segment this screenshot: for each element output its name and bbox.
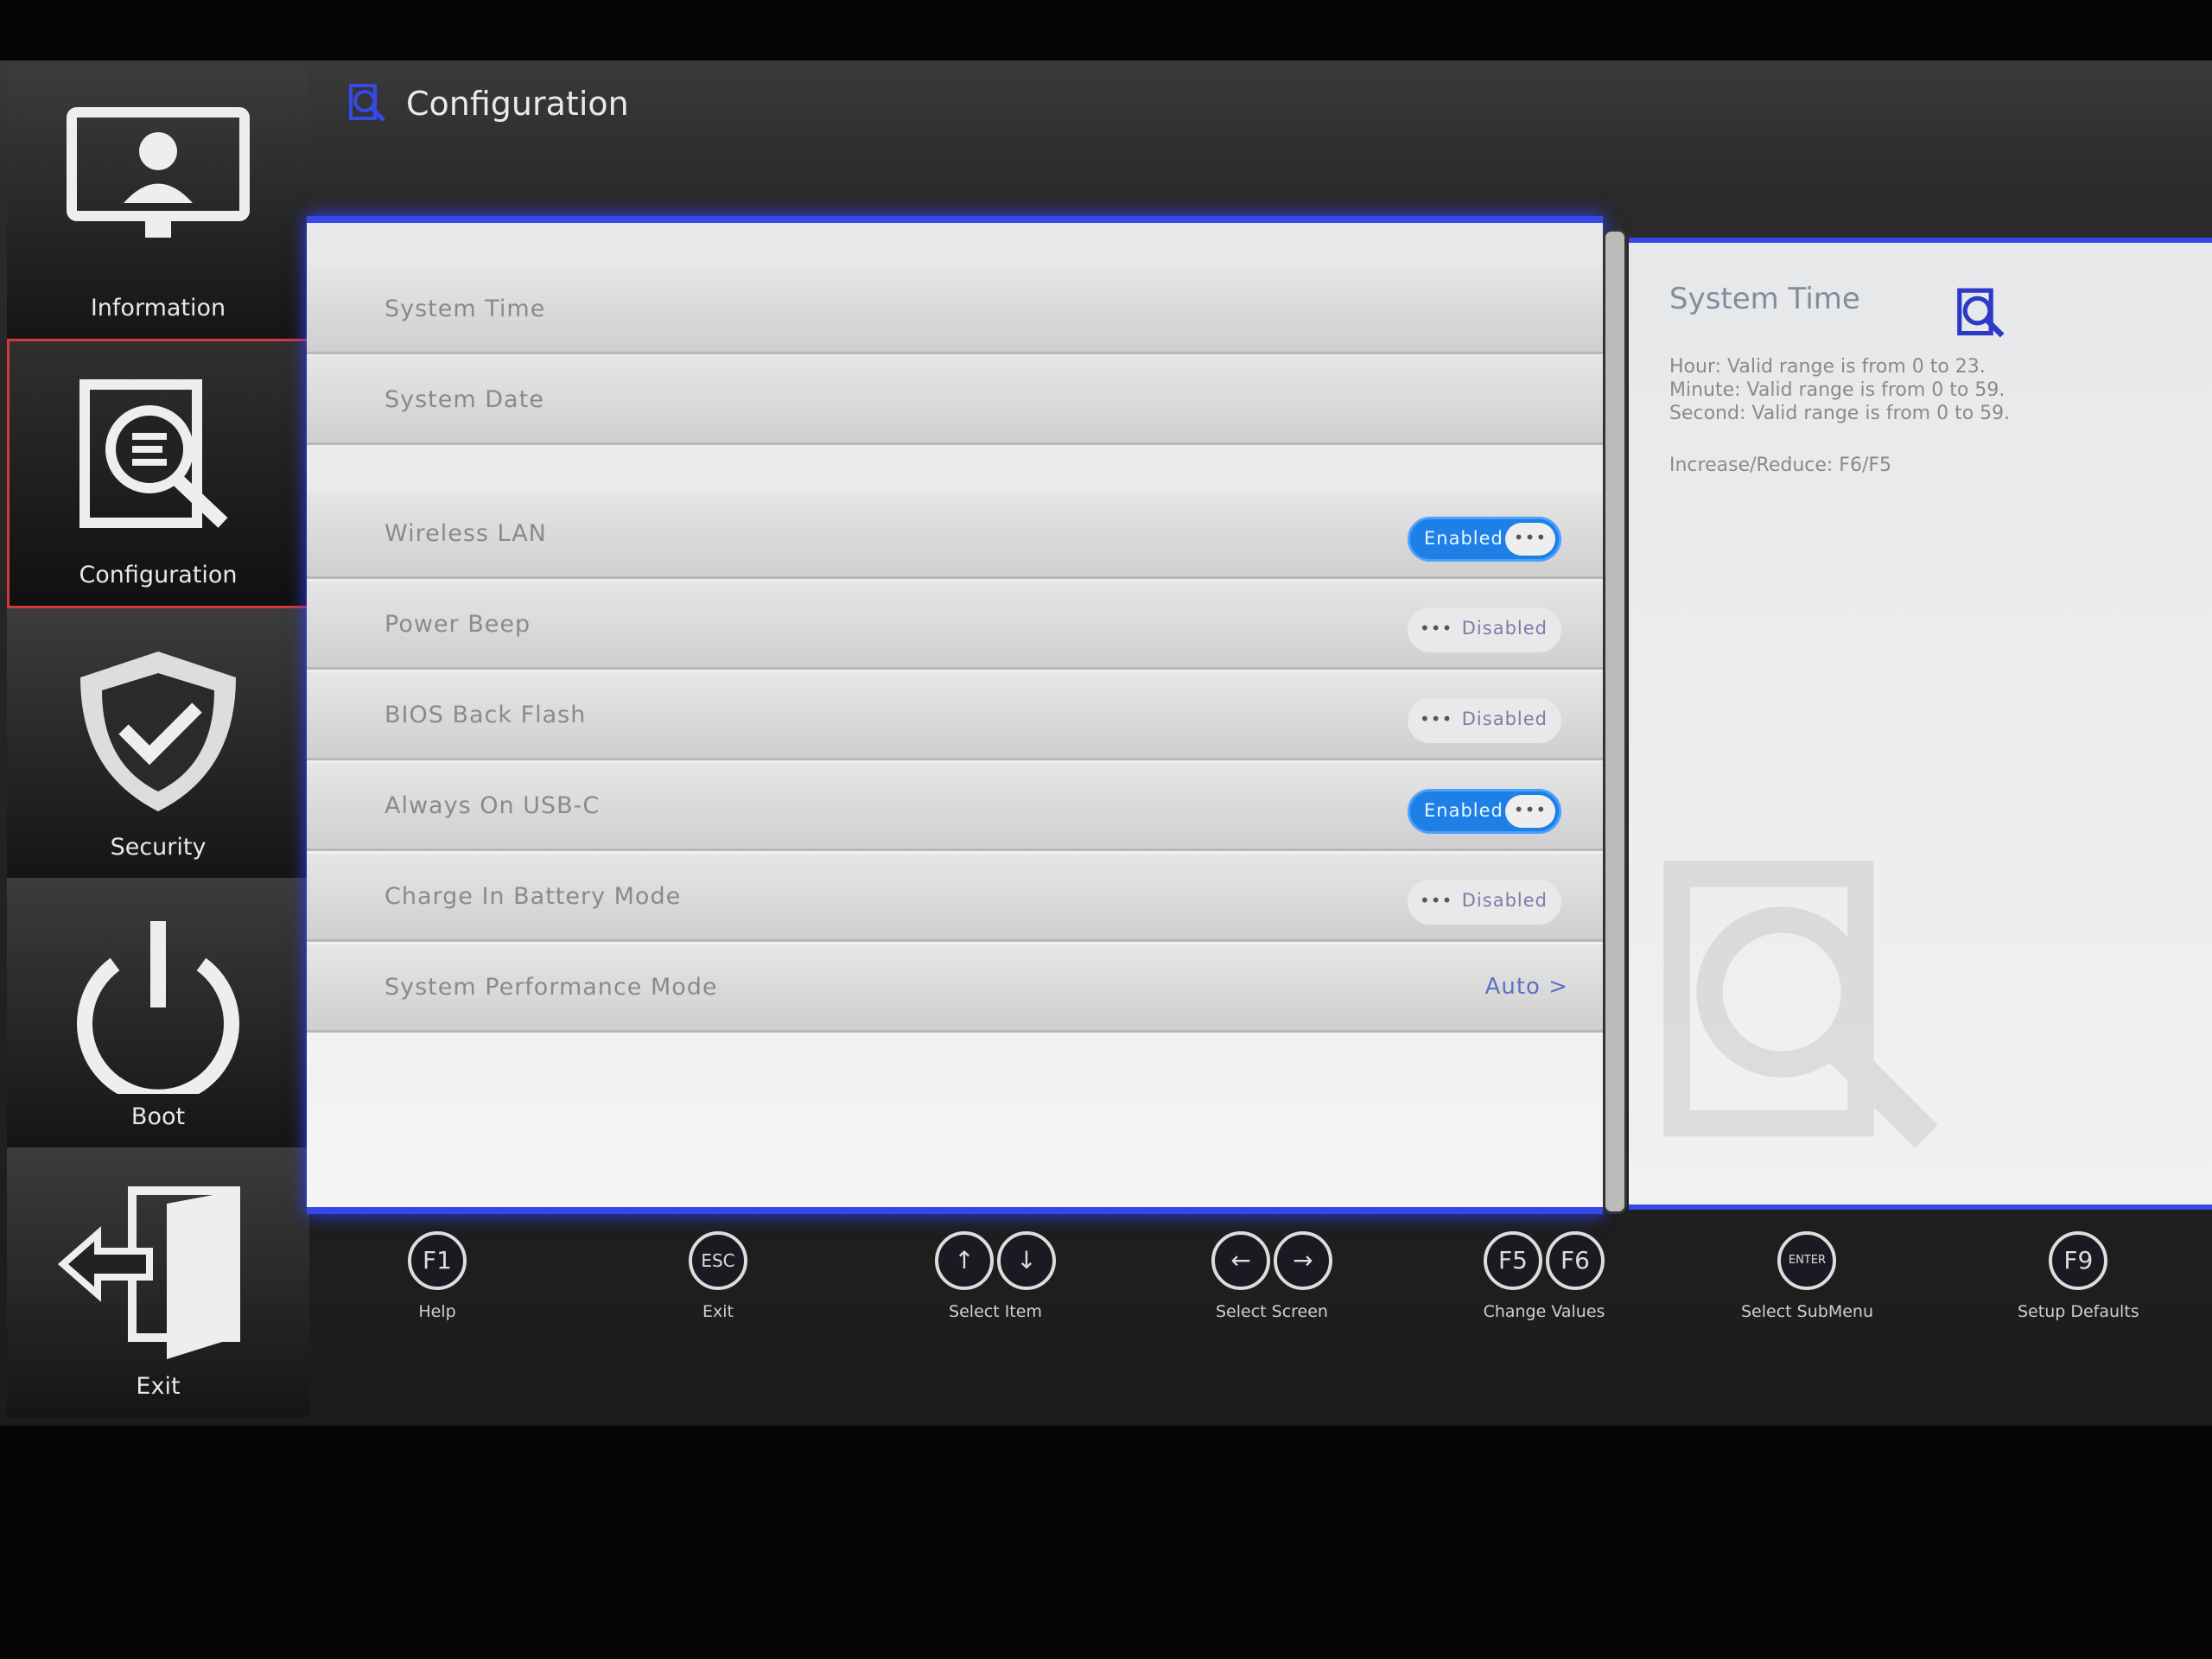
shield-check-icon xyxy=(80,652,236,811)
f9-key-icon: F9 xyxy=(2049,1231,2108,1290)
setting-label: Power Beep xyxy=(385,611,531,638)
toggle-value: Enabled xyxy=(1424,528,1503,549)
setting-label: Always On USB-C xyxy=(385,792,601,819)
monitor-user-icon xyxy=(67,107,250,238)
help-text: Hour: Valid range is from 0 to 23. Minut… xyxy=(1669,356,2011,424)
settings-panel: System Time System Date Wireless LAN Ena… xyxy=(307,216,1603,1214)
toggle-value: Disabled xyxy=(1461,709,1548,729)
toggle-knob: ••• xyxy=(1420,618,1453,639)
setting-system-performance-mode[interactable]: System Performance Mode Auto > xyxy=(307,944,1603,1033)
toggle-knob: ••• xyxy=(1505,795,1555,828)
key-select-submenu[interactable]: ENTER Select SubMenu xyxy=(1741,1231,1873,1321)
key-label: Select Screen xyxy=(1216,1302,1328,1321)
setting-label: Wireless LAN xyxy=(385,520,547,547)
key-exit[interactable]: ESC Exit xyxy=(687,1231,749,1321)
sidebar-item-exit[interactable]: Exit xyxy=(7,1147,309,1417)
enter-key-icon: ENTER xyxy=(1777,1231,1837,1290)
key-label: Change Values xyxy=(1483,1302,1605,1321)
performance-mode-value[interactable]: Auto > xyxy=(1485,974,1568,1000)
key-select-item[interactable]: ↑ ↓ Select Item xyxy=(933,1231,1058,1321)
sidebar-item-label: Information xyxy=(90,295,226,321)
sidebar-item-label: Security xyxy=(110,834,207,861)
arrow-right-icon: → xyxy=(1274,1231,1332,1290)
sidebar-item-configuration[interactable]: Configuration xyxy=(7,339,309,608)
key-setup-defaults[interactable]: F9 Setup Defaults xyxy=(2018,1231,2139,1321)
page-title: Configuration xyxy=(406,85,629,123)
toggle-knob: ••• xyxy=(1420,709,1453,729)
esc-key-icon: ESC xyxy=(689,1231,747,1290)
toggle-knob: ••• xyxy=(1505,523,1555,556)
sidebar-item-information[interactable]: Information xyxy=(7,69,309,339)
setting-bios-back-flash[interactable]: BIOS Back Flash ••• Disabled xyxy=(307,672,1603,760)
key-label: Select Item xyxy=(949,1302,1042,1321)
f1-key-icon: F1 xyxy=(408,1231,467,1290)
arrow-left-icon: ← xyxy=(1211,1231,1270,1290)
exit-door-icon xyxy=(57,1186,240,1359)
scrollbar[interactable] xyxy=(1603,229,1627,1214)
setting-system-date[interactable]: System Date xyxy=(307,357,1603,445)
setting-wireless-lan[interactable]: Wireless LAN Enabled ••• xyxy=(307,491,1603,579)
setting-label: System Performance Mode xyxy=(385,974,718,1001)
key-label: Select SubMenu xyxy=(1741,1302,1873,1321)
charge-in-battery-mode-toggle[interactable]: ••• Disabled xyxy=(1408,880,1561,925)
power-icon xyxy=(77,921,239,1094)
document-search-icon xyxy=(79,379,228,528)
toggle-value: Disabled xyxy=(1461,618,1548,639)
arrow-down-icon: ↓ xyxy=(997,1231,1056,1290)
toggle-value: Disabled xyxy=(1461,890,1548,911)
setting-label: Charge In Battery Mode xyxy=(385,883,682,910)
help-keys: Increase/Reduce: F6/F5 xyxy=(1669,454,1892,476)
key-change-values[interactable]: F5 F6 Change Values xyxy=(1482,1231,1606,1321)
toggle-value: Enabled xyxy=(1424,800,1503,821)
document-search-icon xyxy=(1957,288,2005,338)
arrow-up-icon: ↑ xyxy=(935,1231,994,1290)
setting-system-time[interactable]: System Time xyxy=(307,266,1603,354)
power-beep-toggle[interactable]: ••• Disabled xyxy=(1408,607,1561,652)
setting-label: System Time xyxy=(385,296,546,322)
key-label: Setup Defaults xyxy=(2018,1302,2139,1321)
key-label: Help xyxy=(418,1302,456,1321)
setting-label: BIOS Back Flash xyxy=(385,702,587,728)
sidebar-item-security[interactable]: Security xyxy=(7,608,309,878)
sidebar-item-label: Exit xyxy=(136,1373,181,1400)
key-select-screen[interactable]: ← → Select Screen xyxy=(1210,1231,1334,1321)
key-label: Exit xyxy=(702,1302,734,1321)
watermark-document-search-icon xyxy=(1663,861,1938,1148)
page-header: Configuration xyxy=(346,82,629,125)
key-legend: F1 Help ESC Exit ↑ ↓ Select Item ← → Select Sc… xyxy=(298,1214,2212,1426)
help-panel: System Time Hour: Valid range is from 0 … xyxy=(1629,238,2212,1210)
setting-label: System Date xyxy=(385,386,544,413)
sidebar: Information Configuration Security Boot … xyxy=(7,69,309,1426)
help-title: System Time xyxy=(1669,282,1860,316)
setting-always-on-usb-c[interactable]: Always On USB-C Enabled ••• xyxy=(307,763,1603,851)
bios-back-flash-toggle[interactable]: ••• Disabled xyxy=(1408,698,1561,743)
sidebar-item-label: Configuration xyxy=(79,562,238,588)
key-help[interactable]: F1 Help xyxy=(406,1231,468,1321)
sidebar-item-label: Boot xyxy=(130,1103,186,1130)
setting-charge-in-battery-mode[interactable]: Charge In Battery Mode ••• Disabled xyxy=(307,854,1603,942)
f5-key-icon: F5 xyxy=(1484,1231,1542,1290)
wireless-lan-toggle[interactable]: Enabled ••• xyxy=(1408,517,1561,562)
always-on-usb-c-toggle[interactable]: Enabled ••• xyxy=(1408,789,1561,834)
setting-power-beep[interactable]: Power Beep ••• Disabled xyxy=(307,582,1603,670)
document-search-icon xyxy=(349,84,385,122)
f6-key-icon: F6 xyxy=(1546,1231,1605,1290)
sidebar-item-boot[interactable]: Boot xyxy=(7,878,309,1147)
toggle-knob: ••• xyxy=(1420,890,1453,911)
